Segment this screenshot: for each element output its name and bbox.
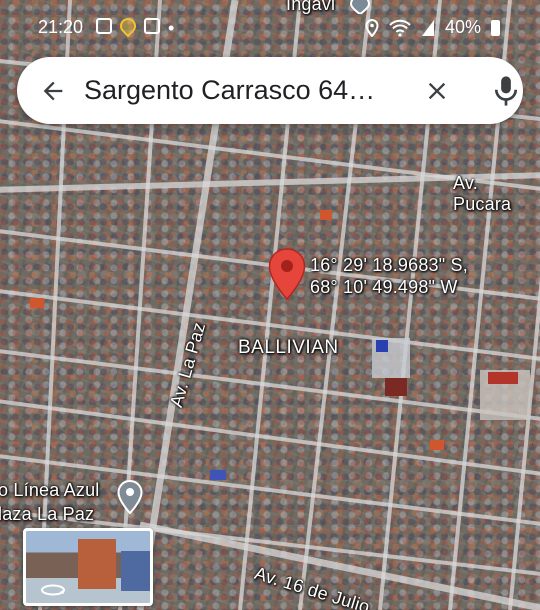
poi-marker-icon[interactable] [349,0,371,14]
search-bar[interactable]: Sargento Carrasco 64… [17,57,523,124]
location-shield-icon [116,14,140,38]
notification-icons: • [96,14,175,38]
location-icon [365,18,379,37]
status-bar: 21:20 • 40% [0,0,540,56]
red-location-pin-icon[interactable] [268,248,306,300]
microphone-icon[interactable] [491,74,521,108]
signal-icon [421,19,434,36]
system-icons: 40% [365,17,500,38]
status-time: 21:20 [38,17,84,37]
coordinates-longitude: 68° 10' 49.498" W [310,277,458,297]
poi-label-line1: o Línea Azul [0,480,100,500]
photo-icon [96,18,112,34]
battery-percentage: 40% [444,17,481,37]
street-view-thumbnail[interactable] [23,528,153,606]
wifi-icon [389,19,411,37]
close-icon[interactable] [423,77,451,105]
street-label-ingavi: Ingavi [286,0,336,14]
street-view-360-icon [41,584,65,596]
grey-location-pin-icon[interactable] [117,480,143,514]
district-label-ballivian: BALLIVIAN [238,337,339,358]
street-view-image-detail [121,551,150,591]
dot-icon: • [168,18,175,38]
search-input[interactable]: Sargento Carrasco 64… [84,75,404,106]
poi-label[interactable]: o Línea Azul laza La Paz [0,478,99,526]
coordinates-latitude: 16° 29' 18.9683" S, [310,255,468,275]
battery-icon [491,19,500,36]
arrow-back-icon[interactable] [39,77,67,105]
street-view-image [78,539,116,589]
poi-label-line2: laza La Paz [0,504,95,524]
street-label-av-pucara: Av. Pucara [453,173,512,214]
pin-coordinates: 16° 29' 18.9683" S, 68° 10' 49.498" W [310,254,468,298]
screen-cast-icon [144,18,160,34]
